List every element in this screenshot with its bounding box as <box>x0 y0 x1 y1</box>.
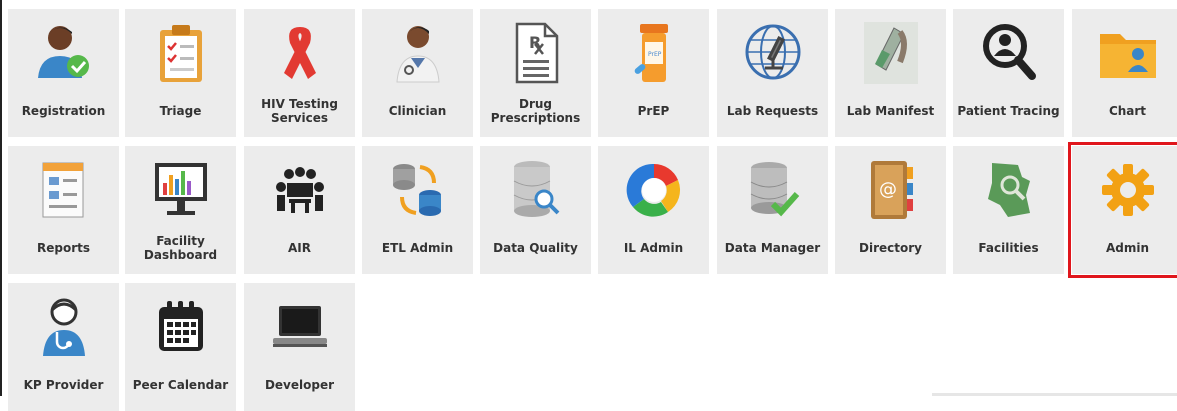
app-tile-label: Clinician <box>388 104 447 118</box>
app-tile-hiv-testing-services[interactable]: HIV Testing Services <box>244 9 355 137</box>
window-left-border <box>0 0 2 396</box>
app-tile-directory[interactable]: @ Directory <box>835 146 946 274</box>
database-check-icon <box>717 158 828 222</box>
app-tile-lab-manifest[interactable]: Lab Manifest <box>835 9 946 137</box>
app-tile-label: PrEP <box>637 104 670 118</box>
app-tile-label: Patient Tracing <box>957 104 1060 118</box>
app-tile-label: IL Admin <box>623 241 684 255</box>
app-tile-lab-requests[interactable]: Lab Requests <box>717 9 828 137</box>
report-icon <box>8 158 119 222</box>
app-tile-data-quality[interactable]: Data Quality <box>480 146 591 274</box>
app-tile-reports[interactable]: Reports <box>8 146 119 274</box>
app-tile-label: Directory <box>859 241 922 255</box>
app-tile-developer[interactable]: Developer <box>244 283 355 411</box>
database-sync-icon <box>362 158 473 222</box>
app-tile-label: Lab Manifest <box>846 104 935 118</box>
app-tile-kp-provider[interactable]: KP Provider <box>8 283 119 411</box>
app-tile-label: Chart <box>1108 104 1147 118</box>
app-tile-label: Data Quality <box>493 241 578 255</box>
app-tile-label: Reports <box>36 241 90 255</box>
test-tube-icon <box>835 21 946 85</box>
prescription-icon: R <box>480 21 591 85</box>
svg-text:PrEP: PrEP <box>648 51 662 58</box>
folder-person-icon <box>1072 21 1177 85</box>
app-tile-peer-calendar[interactable]: Peer Calendar <box>125 283 236 411</box>
app-tile-etl-admin[interactable]: ETL Admin <box>362 146 473 274</box>
app-tile-label: Triage <box>159 104 202 118</box>
app-tile-label: Drug Prescriptions <box>490 97 581 125</box>
app-tile-data-manager[interactable]: Data Manager <box>717 146 828 274</box>
monitor-chart-icon <box>125 158 236 222</box>
red-ribbon-icon <box>244 21 355 85</box>
microscope-icon <box>717 21 828 85</box>
app-tile-registration[interactable]: Registration <box>8 9 119 137</box>
app-tile-chart[interactable]: Chart <box>1072 9 1177 137</box>
app-tile-facility-dashboard[interactable]: Facility Dashboard <box>125 146 236 274</box>
app-tile-admin[interactable]: Admin <box>1068 142 1177 278</box>
app-tile-label: Facility Dashboard <box>143 234 218 262</box>
app-tile-triage[interactable]: Triage <box>125 9 236 137</box>
laptop-icon <box>244 295 355 359</box>
il-logo-icon <box>598 158 709 222</box>
gear-icon <box>1072 158 1177 222</box>
nurse-icon <box>8 295 119 359</box>
app-tile-label: HIV Testing Services <box>261 97 338 125</box>
app-tile-label: Facilities <box>978 241 1039 255</box>
search-person-icon <box>953 21 1064 85</box>
map-search-icon <box>953 158 1064 222</box>
database-search-icon <box>480 158 591 222</box>
app-tile-label: Data Manager <box>724 241 821 255</box>
app-tile-label: ETL Admin <box>381 241 454 255</box>
address-book-icon: @ <box>835 158 946 222</box>
app-tile-drug-prescriptions[interactable]: R Drug Prescriptions <box>480 9 591 137</box>
app-tile-label: Peer Calendar <box>132 378 229 392</box>
app-tile-prep[interactable]: PrEP PrEP <box>598 9 709 137</box>
app-tile-patient-tracing[interactable]: Patient Tracing <box>953 9 1064 137</box>
app-tile-air[interactable]: AIR <box>244 146 355 274</box>
app-tile-label: Developer <box>264 378 335 392</box>
clipboard-icon <box>125 21 236 85</box>
pill-bottle-icon: PrEP <box>598 21 709 85</box>
person-check-icon <box>8 21 119 85</box>
app-tile-facilities[interactable]: Facilities <box>953 146 1064 274</box>
app-tile-label: Registration <box>21 104 106 118</box>
svg-text:@: @ <box>879 179 897 200</box>
app-tile-label: KP Provider <box>23 378 104 392</box>
app-tile-label: AIR <box>288 241 311 255</box>
calendar-icon <box>125 295 236 359</box>
doctor-icon <box>362 21 473 85</box>
meeting-icon <box>244 158 355 222</box>
app-tile-clinician[interactable]: Clinician <box>362 9 473 137</box>
app-tile-label: Admin <box>1105 241 1150 255</box>
app-tile-il-admin[interactable]: IL Admin <box>598 146 709 274</box>
app-tile-label: Lab Requests <box>726 104 819 118</box>
